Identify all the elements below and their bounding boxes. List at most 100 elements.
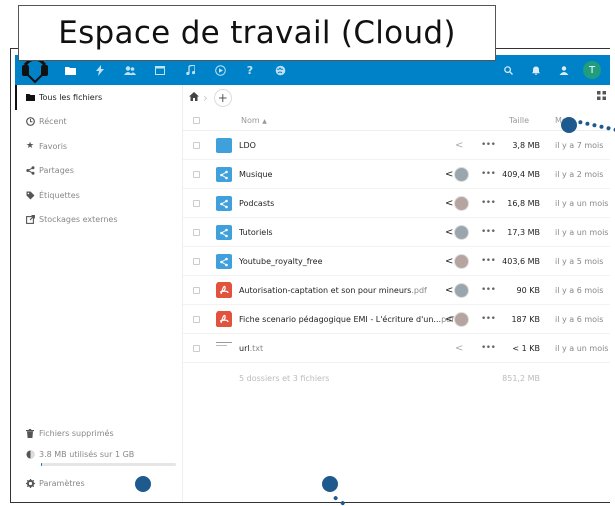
home-icon[interactable] (189, 92, 199, 104)
row-checkbox[interactable] (193, 199, 200, 207)
more-actions-icon[interactable]: ••• (481, 314, 496, 324)
col-name-label: Nom (241, 116, 260, 125)
trash-icon (21, 428, 39, 438)
share-avatar (454, 224, 469, 240)
table-row[interactable]: url.txt < ••• < 1 KB il y a un mois (183, 334, 610, 363)
sidebar-item-favorites[interactable]: ★ Favoris (15, 134, 182, 159)
sidebar-item-shares[interactable]: Partages (15, 159, 182, 184)
share-icon[interactable]: < (445, 314, 453, 325)
file-name[interactable]: Fiche scenario pédagogique EMI - L'écrit… (239, 315, 454, 324)
file-size: 90 KB (516, 285, 540, 295)
sort-asc-icon: ▲ (262, 118, 267, 125)
file-modified: il y a un mois (555, 343, 609, 353)
row-checkbox[interactable] (193, 170, 200, 178)
row-checkbox[interactable] (193, 315, 200, 323)
gear-icon (21, 479, 39, 489)
external-icon (21, 215, 39, 225)
shared-folder-icon (216, 195, 232, 211)
file-basename: url (239, 343, 250, 353)
share-icon[interactable]: < (455, 140, 463, 151)
annotation-marker (561, 117, 577, 133)
share-icon[interactable]: < (445, 198, 453, 209)
sort-by-size[interactable]: Taille (509, 116, 529, 125)
table-row[interactable]: Autorisation-captation et son pour mineu… (183, 276, 610, 305)
share-avatar (454, 282, 469, 298)
sidebar-item-label: Favoris (39, 141, 68, 151)
file-modified: il y a 6 mois (555, 314, 604, 324)
pdf-file-icon (216, 311, 232, 327)
sidebar-item-label: Partages (39, 166, 74, 176)
file-list-area: › + Nom ▲ Taille Mo LDO < ••• 3,8 MB il y a … (183, 85, 610, 502)
more-actions-icon[interactable]: ••• (481, 169, 496, 179)
breadcrumb: › + (183, 85, 610, 111)
select-all-checkbox[interactable] (193, 117, 200, 124)
file-size: 187 KB (511, 314, 540, 324)
contacts-menu-icon[interactable] (550, 55, 578, 85)
annotation-marker (322, 476, 338, 492)
file-size: 16,8 MB (507, 198, 540, 208)
row-checkbox[interactable] (193, 257, 200, 265)
quota-pie-icon (21, 450, 39, 459)
table-row[interactable]: Tutoriels < ••• 17,3 MB il y a un mois (183, 218, 610, 247)
table-row[interactable]: Podcasts < ••• 16,8 MB il y a un mois (183, 189, 610, 218)
file-name[interactable]: url.txt (239, 344, 263, 353)
file-name[interactable]: Musique (239, 170, 272, 179)
file-modified: il y a 6 mois (555, 285, 604, 295)
sidebar-item-all-files[interactable]: Tous les fichiers (15, 85, 182, 110)
more-actions-icon[interactable]: ••• (481, 343, 496, 353)
table-row[interactable]: Fiche scenario pédagogique EMI - L'écrit… (183, 305, 610, 334)
file-extension: .txt (249, 343, 264, 353)
more-actions-icon[interactable]: ••• (481, 140, 496, 150)
sidebar-item-label: Tous les fichiers (39, 92, 103, 102)
row-checkbox[interactable] (193, 228, 200, 236)
file-name[interactable]: LDO (239, 141, 256, 150)
file-basename: Musique (239, 169, 273, 179)
file-size: 403,6 MB (502, 256, 540, 266)
file-extension: .pdf (411, 285, 427, 295)
table-row[interactable]: Youtube_royalty_free < ••• 403,6 MB il y a 5… (183, 247, 610, 276)
share-icon[interactable]: < (445, 256, 453, 267)
sidebar-item-tags[interactable]: Étiquettes (15, 183, 182, 208)
add-button[interactable]: + (213, 89, 232, 107)
sidebar-item-trash[interactable]: Fichiers supprimés (15, 421, 182, 446)
grid-view-icon[interactable] (597, 91, 606, 103)
table-row[interactable]: LDO < ••• 3,8 MB il y a 7 mois (183, 131, 610, 160)
share-avatar (454, 166, 469, 182)
share-avatar (454, 253, 469, 269)
search-icon[interactable] (494, 55, 522, 85)
file-basename: LDO (239, 140, 256, 150)
sidebar-item-settings[interactable]: Paramètres (15, 472, 182, 497)
shared-folder-icon (216, 224, 232, 240)
share-icon[interactable]: < (445, 169, 453, 180)
folder-icon (216, 137, 232, 153)
sidebar-item-label: Paramètres (39, 479, 85, 489)
share-avatar (454, 195, 469, 211)
row-checkbox[interactable] (193, 286, 200, 294)
pdf-file-icon (216, 282, 232, 298)
clock-icon (21, 117, 39, 127)
sidebar-item-external-storage[interactable]: Stockages externes (15, 208, 182, 233)
file-basename: Tutoriels (239, 227, 273, 237)
more-actions-icon[interactable]: ••• (481, 285, 496, 295)
star-icon: ★ (25, 141, 35, 152)
more-actions-icon[interactable]: ••• (481, 227, 496, 237)
share-icon[interactable]: < (445, 227, 453, 238)
table-row[interactable]: Musique < ••• 409,4 MB il y a 2 mois (183, 160, 610, 189)
sort-by-name[interactable]: Nom ▲ (241, 116, 267, 125)
share-icon[interactable]: < (455, 343, 463, 354)
more-actions-icon[interactable]: ••• (481, 256, 496, 266)
file-name[interactable]: Podcasts (239, 199, 274, 208)
file-basename: Autorisation-captation et son pour mineu… (239, 285, 412, 295)
sidebar-item-recent[interactable]: Récent (15, 110, 182, 135)
more-actions-icon[interactable]: ••• (481, 198, 496, 208)
file-name[interactable]: Autorisation-captation et son pour mineu… (239, 286, 427, 295)
notifications-icon[interactable] (522, 55, 550, 85)
row-checkbox[interactable] (193, 141, 200, 149)
row-checkbox[interactable] (193, 344, 200, 352)
share-icon[interactable]: < (445, 285, 453, 296)
file-name[interactable]: Youtube_royalty_free (239, 257, 323, 266)
file-name[interactable]: Tutoriels (239, 228, 273, 237)
user-avatar-button[interactable]: T (578, 55, 606, 85)
file-modified: il y a un mois (555, 227, 609, 237)
shared-folder-icon (216, 253, 232, 269)
